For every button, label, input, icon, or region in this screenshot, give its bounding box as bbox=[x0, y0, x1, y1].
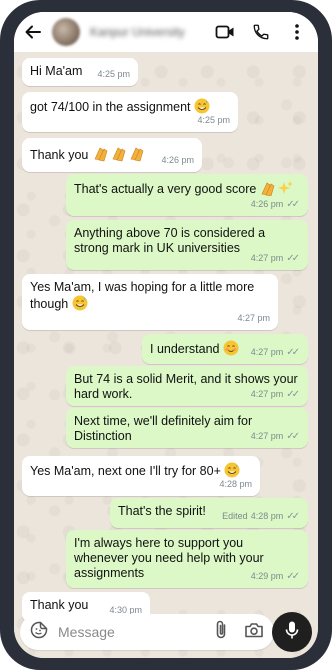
message-input[interactable]: Message bbox=[58, 624, 214, 640]
message-bubble-outgoing[interactable]: Next time, we'll definitely aim for Dist… bbox=[66, 408, 308, 448]
message-composer[interactable]: Message bbox=[20, 614, 274, 650]
message-bubble-outgoing[interactable]: That's the spirit! Edited 4:28 pm ✓✓ bbox=[110, 498, 308, 528]
message-time: 4:26 pm bbox=[250, 199, 284, 209]
message-time: 4:29 pm bbox=[250, 571, 284, 581]
message-bubble-outgoing[interactable]: I'm always here to support you whenever … bbox=[66, 530, 308, 588]
grinning-sweat-emoji-icon bbox=[72, 295, 88, 315]
message-time: 4:27 pm bbox=[237, 313, 270, 323]
read-ticks-icon: ✓✓ bbox=[286, 347, 300, 358]
message-text: That's actually a very good score bbox=[74, 182, 257, 196]
video-call-icon[interactable] bbox=[214, 21, 236, 43]
message-status: 4:26 pm ✓✓ bbox=[251, 197, 300, 212]
phone-icon[interactable] bbox=[250, 21, 272, 43]
message-time: 4:27 pm bbox=[250, 347, 284, 357]
message-status: 4:27 pm ✓✓ bbox=[251, 429, 300, 444]
read-ticks-icon: ✓✓ bbox=[286, 253, 300, 264]
message-status: 4:27 pm ✓✓ bbox=[251, 387, 300, 402]
message-bubble-outgoing[interactable]: I understand 4:27 pm ✓✓ bbox=[142, 334, 308, 364]
message-time: 4:27 pm bbox=[250, 431, 284, 441]
message-text: Thank you bbox=[30, 148, 89, 162]
read-ticks-icon: ✓✓ bbox=[286, 431, 300, 442]
power-button bbox=[328, 104, 332, 162]
message-bubble-outgoing[interactable]: That's actually a very good score 4:26 p… bbox=[66, 174, 308, 216]
message-bubble-incoming[interactable]: Thank you 4:26 pm bbox=[22, 138, 202, 172]
message-text: Anything above 70 is considered a strong… bbox=[74, 226, 266, 255]
message-time: 4:27 pm bbox=[250, 389, 284, 399]
message-bubble-incoming[interactable]: Hi Ma'am 4:25 pm bbox=[22, 58, 138, 86]
message-text: That's the spirit! bbox=[118, 504, 206, 518]
sticker-icon[interactable] bbox=[30, 621, 48, 644]
message-status: 4:29 pm ✓✓ bbox=[251, 569, 300, 584]
message-time: 4:25 pm bbox=[197, 115, 230, 125]
volume-up-button bbox=[0, 110, 4, 162]
message-text: got 74/100 in the assignment bbox=[30, 100, 191, 114]
read-ticks-icon: ✓✓ bbox=[286, 199, 300, 210]
message-bubble-incoming[interactable]: Yes Ma'am, next one I'll try for 80+ 4:2… bbox=[22, 456, 260, 496]
message-time: 4:28 pm bbox=[219, 479, 252, 489]
mic-icon bbox=[284, 620, 300, 645]
message-bubble-incoming[interactable]: Yes Ma'am, I was hoping for a little mor… bbox=[22, 274, 278, 330]
message-text: I'm always here to support you whenever … bbox=[74, 536, 264, 580]
message-text: I understand bbox=[150, 342, 220, 356]
message-text: Next time, we'll definitely aim for Dist… bbox=[74, 414, 253, 443]
message-bubble-outgoing[interactable]: But 74 is a solid Merit, and it shows yo… bbox=[66, 366, 308, 406]
volume-down-button bbox=[0, 178, 4, 230]
message-status: Edited 4:28 pm ✓✓ bbox=[222, 509, 300, 524]
attach-icon[interactable] bbox=[214, 620, 228, 645]
read-ticks-icon: ✓✓ bbox=[286, 389, 300, 400]
read-ticks-icon: ✓✓ bbox=[286, 511, 300, 522]
message-text: Yes Ma'am, I was hoping for a little mor… bbox=[30, 280, 255, 311]
chat-header: Kanpur University bbox=[14, 12, 318, 52]
read-ticks-icon: ✓✓ bbox=[286, 571, 300, 582]
more-options-icon[interactable] bbox=[286, 21, 308, 43]
message-text: Hi Ma'am bbox=[30, 64, 83, 78]
contact-name[interactable]: Kanpur University bbox=[90, 25, 198, 39]
message-bubble-outgoing[interactable]: Anything above 70 is considered a strong… bbox=[66, 220, 308, 270]
message-bubble-incoming[interactable]: got 74/100 in the assignment 4:25 pm bbox=[22, 92, 238, 132]
message-time: 4:25 pm bbox=[97, 69, 130, 79]
chat-screen: Kanpur University Hi Ma'am 4:25 pm got 7… bbox=[14, 12, 318, 658]
message-time: 4:26 pm bbox=[161, 155, 194, 165]
edited-label: Edited bbox=[222, 511, 248, 521]
phone-frame: Kanpur University Hi Ma'am 4:25 pm got 7… bbox=[0, 0, 332, 670]
smiling-face-emoji-icon bbox=[223, 340, 239, 360]
avatar[interactable] bbox=[52, 18, 80, 46]
message-status: 4:27 pm ✓✓ bbox=[251, 251, 300, 266]
message-time: 4:28 pm bbox=[250, 511, 284, 521]
message-text: Yes Ma'am, next one I'll try for 80+ bbox=[30, 464, 221, 478]
message-text: Thank you bbox=[30, 598, 89, 612]
mic-button[interactable] bbox=[272, 612, 312, 652]
back-arrow-icon[interactable] bbox=[22, 21, 44, 43]
message-time: 4:27 pm bbox=[250, 253, 284, 263]
clapping-hands-emoji-icon bbox=[92, 144, 146, 166]
message-status: 4:27 pm ✓✓ bbox=[251, 345, 300, 360]
camera-icon[interactable] bbox=[244, 621, 264, 644]
